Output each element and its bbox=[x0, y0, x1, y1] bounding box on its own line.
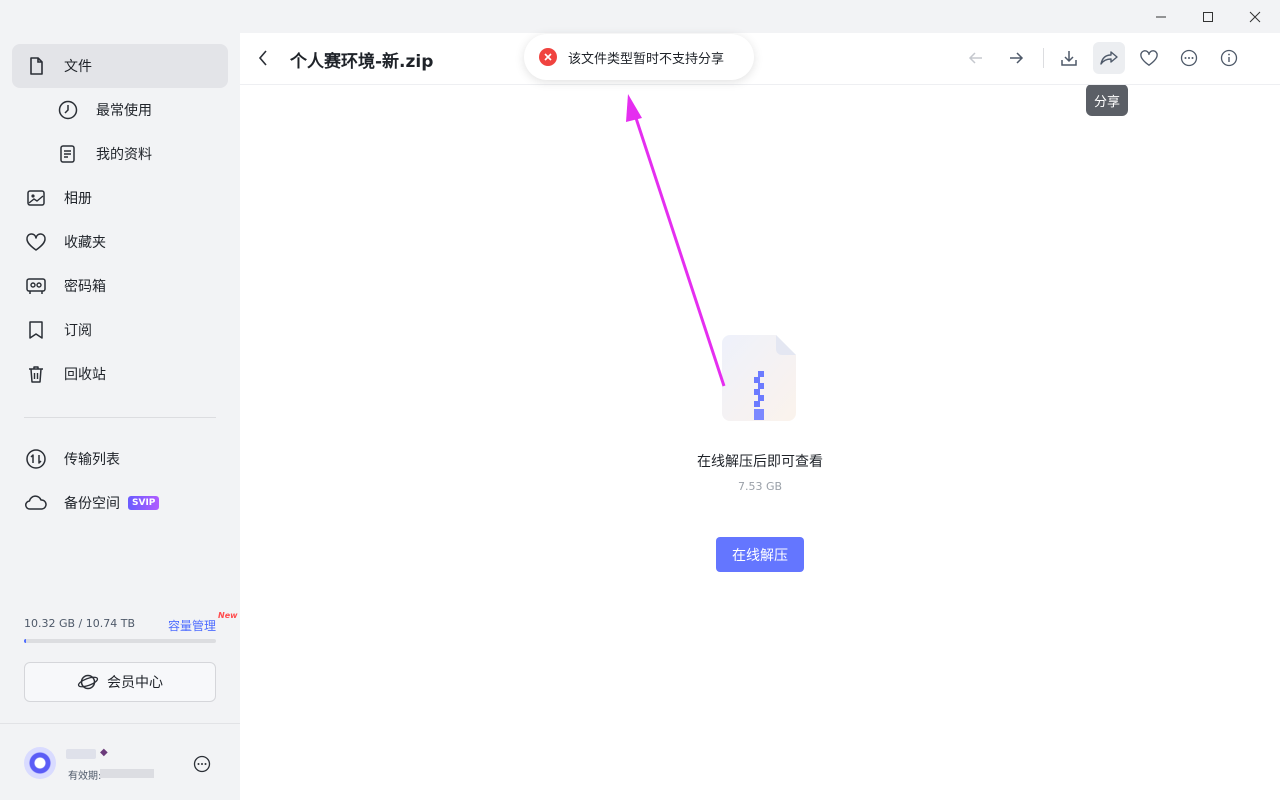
info-icon bbox=[1220, 49, 1238, 67]
storage-manage-link[interactable]: 容量管理 bbox=[168, 617, 216, 634]
expiry-label: 有效期: bbox=[68, 771, 102, 782]
planet-icon bbox=[77, 672, 99, 692]
maximize-button[interactable] bbox=[1185, 0, 1231, 33]
photo-icon bbox=[24, 186, 48, 210]
sidebar-item-label: 我的资料 bbox=[96, 147, 152, 163]
avatar[interactable] bbox=[24, 747, 56, 779]
heart-icon bbox=[1140, 50, 1158, 66]
profile-divider bbox=[0, 723, 240, 724]
member-center-button[interactable]: 会员中心 bbox=[24, 662, 216, 702]
minimize-button[interactable] bbox=[1138, 0, 1184, 33]
sidebar-item-files[interactable]: 文件 bbox=[12, 44, 228, 88]
info-button[interactable] bbox=[1213, 42, 1245, 74]
sidebar-item-backup-space[interactable]: 备份空间 SVIP bbox=[12, 481, 228, 525]
new-tag: New bbox=[218, 611, 238, 620]
sidebar-item-label: 备份空间 bbox=[64, 496, 120, 512]
sidebar-item-label: 回收站 bbox=[64, 367, 106, 383]
sidebar: 文件 最常使用 我的资料 相册 收藏夹 密码箱 订阅 回收站 传输列表 备份空间… bbox=[0, 33, 240, 800]
sidebar-item-safe[interactable]: 密码箱 bbox=[12, 264, 228, 308]
sidebar-item-subscriptions[interactable]: 订阅 bbox=[12, 308, 228, 352]
storage-progress-bar bbox=[24, 639, 216, 643]
next-file-button[interactable] bbox=[1000, 42, 1032, 74]
heart-icon bbox=[24, 230, 48, 254]
svip-badge: SVIP bbox=[128, 496, 160, 510]
vip-badge-icon: ◆ bbox=[100, 747, 108, 758]
window-title-bar bbox=[0, 0, 1280, 33]
sidebar-item-label: 相册 bbox=[64, 191, 92, 207]
download-button[interactable] bbox=[1053, 42, 1085, 74]
close-icon bbox=[1249, 11, 1261, 22]
sidebar-item-favorites[interactable]: 收藏夹 bbox=[12, 220, 228, 264]
sidebar-item-transfer-list[interactable]: 传输列表 bbox=[12, 437, 228, 481]
more-icon bbox=[193, 755, 211, 773]
clock-icon bbox=[56, 98, 80, 122]
arrow-right-icon bbox=[1010, 52, 1024, 64]
share-button[interactable] bbox=[1093, 42, 1125, 74]
maximize-icon bbox=[1203, 11, 1213, 22]
favorite-button[interactable] bbox=[1133, 42, 1165, 74]
arrow-left-icon bbox=[968, 52, 982, 64]
sidebar-item-label: 收藏夹 bbox=[64, 235, 106, 251]
profile-more-button[interactable] bbox=[190, 752, 214, 776]
error-toast: 该文件类型暂时不支持分享 bbox=[524, 34, 754, 80]
storage-usage: 10.32 GB / 10.74 TB bbox=[24, 617, 136, 630]
download-icon bbox=[1061, 51, 1077, 66]
error-icon bbox=[538, 47, 558, 67]
file-title: 个人赛环境-新.zip bbox=[290, 52, 434, 72]
minimize-icon bbox=[1156, 16, 1166, 17]
storage-progress-fill bbox=[24, 639, 26, 643]
sidebar-item-recycle-bin[interactable]: 回收站 bbox=[12, 352, 228, 396]
profile-name-redacted bbox=[66, 749, 96, 759]
previous-file-button[interactable] bbox=[960, 42, 992, 74]
sidebar-item-my-documents[interactable]: 我的资料 bbox=[12, 132, 228, 176]
more-button[interactable] bbox=[1173, 42, 1205, 74]
toolbar-divider bbox=[1043, 48, 1044, 68]
more-icon bbox=[1180, 49, 1198, 67]
member-center-label: 会员中心 bbox=[107, 675, 163, 691]
document-icon bbox=[56, 142, 80, 166]
chevron-left-icon bbox=[258, 50, 267, 66]
trash-icon bbox=[24, 362, 48, 386]
safe-icon bbox=[24, 274, 48, 298]
sidebar-item-label: 最常使用 bbox=[96, 103, 152, 119]
sidebar-item-label: 密码箱 bbox=[64, 279, 106, 295]
header-divider bbox=[240, 84, 1280, 85]
extract-hint: 在线解压后即可查看 bbox=[697, 454, 823, 470]
close-button[interactable] bbox=[1232, 0, 1278, 33]
bookmark-icon bbox=[24, 318, 48, 342]
cloud-icon bbox=[24, 491, 48, 515]
share-icon bbox=[1100, 51, 1118, 65]
sidebar-divider bbox=[24, 417, 216, 418]
transfer-icon bbox=[24, 447, 48, 471]
sidebar-item-label: 传输列表 bbox=[64, 452, 120, 468]
file-icon bbox=[24, 54, 48, 78]
sidebar-item-label: 订阅 bbox=[64, 323, 92, 339]
sidebar-item-album[interactable]: 相册 bbox=[12, 176, 228, 220]
sidebar-item-recent[interactable]: 最常使用 bbox=[12, 88, 228, 132]
back-button[interactable] bbox=[252, 46, 274, 70]
toast-message: 该文件类型暂时不支持分享 bbox=[568, 51, 725, 67]
zip-file-icon bbox=[722, 334, 798, 422]
expiry-date-redacted bbox=[100, 769, 154, 778]
sidebar-item-label: 文件 bbox=[64, 59, 92, 75]
share-tooltip: 分享 bbox=[1086, 84, 1129, 116]
online-extract-button[interactable]: 在线解压 bbox=[716, 537, 804, 572]
file-size: 7.53 GB bbox=[737, 480, 783, 493]
